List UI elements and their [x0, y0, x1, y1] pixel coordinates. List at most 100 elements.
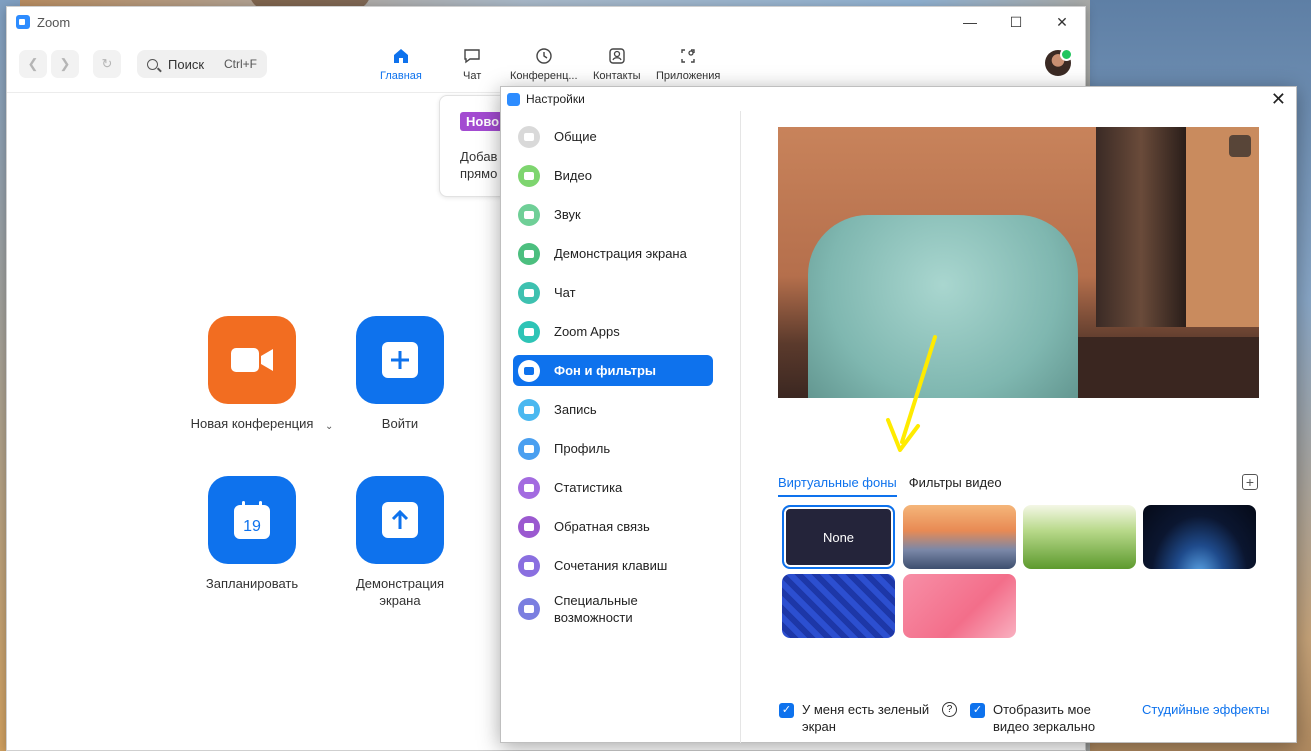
headphones-icon: [518, 203, 540, 226]
tab-contacts[interactable]: Контакты: [593, 47, 641, 91]
settings-window: Настройки ✕ Общие Видео Звук Демонстрация э…: [500, 86, 1297, 743]
share-screen-label: Демонстрация экрана: [355, 576, 445, 608]
join-tile[interactable]: [356, 316, 444, 404]
new-meeting-button[interactable]: Новая конференция: [191, 316, 313, 432]
gear-icon: [518, 125, 540, 148]
settings-close-button[interactable]: ✕: [1271, 89, 1286, 110]
sidebar-item-label: Zoom Apps: [554, 324, 620, 339]
main-window-title: Zoom: [37, 14, 71, 30]
tab-apps-label: Приложения: [656, 70, 721, 82]
mirror-video-option[interactable]: ✓ Отобразить мое видео зеркально: [970, 701, 1113, 735]
sidebar-item-5[interactable]: Чат: [513, 277, 713, 308]
sidebar-item-label: Профиль: [554, 441, 611, 456]
sidebar-item-2[interactable]: Видео: [513, 160, 713, 191]
window-controls: — ☐ ✕: [947, 7, 1085, 37]
tab-virtual-backgrounds[interactable]: Виртуальные фоны: [778, 475, 897, 497]
new-meeting-dropdown-icon[interactable]: ⌄: [325, 421, 333, 432]
add-background-icon[interactable]: +: [1242, 474, 1258, 490]
green-screen-option[interactable]: ✓ У меня есть зеленый экран ?: [779, 701, 957, 735]
sidebar-item-10[interactable]: Статистика: [513, 472, 713, 503]
person-background-icon: [518, 359, 540, 382]
user-avatar[interactable]: [1045, 48, 1073, 76]
calendar-icon: 19: [234, 501, 270, 539]
schedule-button[interactable]: 19 Запланировать: [206, 476, 298, 592]
sidebar-item-6[interactable]: Zoom Apps: [513, 316, 713, 347]
background-thumb-none[interactable]: None: [782, 505, 895, 569]
forward-button[interactable]: ❯: [51, 50, 79, 78]
background-thumb-illustration[interactable]: [903, 574, 1016, 638]
schedule-tile[interactable]: 19: [208, 476, 296, 564]
notification-text: Добав прямо: [460, 148, 497, 182]
tab-meetings-label: Конференц...: [510, 70, 578, 82]
share-screen-tile[interactable]: [356, 476, 444, 564]
green-screen-label: У меня есть зеленый экран: [802, 702, 930, 734]
maximize-button[interactable]: ☐: [993, 7, 1039, 37]
home-icon: [393, 49, 408, 63]
close-button[interactable]: ✕: [1039, 7, 1085, 37]
sidebar-item-11[interactable]: Обратная связь: [513, 511, 713, 542]
camera-preview: [778, 127, 1259, 398]
apps-icon: [518, 320, 540, 343]
sidebar-item-9[interactable]: Профиль: [513, 433, 713, 464]
sidebar-item-13[interactable]: Специальные возможности: [513, 589, 713, 629]
video-icon: [518, 164, 540, 187]
tab-video-filters[interactable]: Фильтры видео: [909, 475, 1002, 497]
search-box[interactable]: Поиск Ctrl+F: [137, 50, 267, 78]
apps-icon: [681, 49, 695, 63]
minimize-button[interactable]: —: [947, 7, 993, 37]
calendar-day: 19: [243, 518, 261, 535]
sidebar-item-1[interactable]: Общие: [513, 121, 713, 152]
mirror-video-label: Отобразить мое видео зеркально: [993, 702, 1096, 734]
new-meeting-tile[interactable]: [208, 316, 296, 404]
thumb-none-label: None: [822, 529, 855, 545]
history-button[interactable]: ↻: [93, 50, 121, 78]
sidebar-item-7[interactable]: Фон и фильтры: [513, 355, 713, 386]
tab-home-label: Главная: [380, 70, 422, 82]
sidebar-item-8[interactable]: Запись: [513, 394, 713, 425]
background-thumb-grass[interactable]: [1023, 505, 1136, 569]
settings-title: Настройки: [526, 92, 585, 106]
settings-sidebar: Общие Видео Звук Демонстрация экрана Чат Zoom…: [501, 111, 741, 743]
search-label: Поиск: [168, 56, 205, 72]
new-meeting-label: Новая конференция: [190, 416, 314, 431]
back-button[interactable]: ❮: [19, 50, 47, 78]
chat-icon: [464, 49, 480, 64]
zoom-logo-icon: [16, 15, 30, 29]
notification-line-2: прямо: [460, 166, 498, 181]
record-icon: [518, 398, 540, 421]
share-arrow-icon: [382, 502, 418, 538]
smile-icon: [518, 515, 540, 538]
bar-chart-icon: [518, 476, 540, 499]
sidebar-item-label: Чат: [554, 285, 576, 300]
green-screen-checkbox[interactable]: ✓: [779, 703, 794, 718]
main-toolbar: ❮ ❯ ↻ Поиск Ctrl+F Главная Чат Конференц…: [7, 37, 1085, 93]
tab-chat[interactable]: Чат: [463, 47, 481, 91]
share-screen-button[interactable]: Демонстрация экрана: [356, 476, 444, 609]
schedule-label: Запланировать: [205, 576, 299, 591]
keyboard-icon: [518, 554, 540, 577]
sidebar-item-label: Демонстрация экрана: [554, 246, 687, 261]
accessibility-icon: [518, 598, 540, 620]
settings-titlebar: Настройки: [501, 87, 1296, 111]
search-icon: [147, 58, 158, 70]
sidebar-item-3[interactable]: Звук: [513, 199, 713, 230]
tab-home[interactable]: Главная: [380, 47, 422, 91]
sidebar-item-label: Обратная связь: [554, 519, 650, 534]
mirror-video-checkbox[interactable]: ✓: [970, 703, 985, 718]
join-button[interactable]: Войти: [356, 316, 444, 432]
background-thumb-pattern[interactable]: [782, 574, 895, 638]
sidebar-item-4[interactable]: Демонстрация экрана: [513, 238, 713, 269]
tab-meetings[interactable]: Конференц...: [510, 47, 578, 91]
main-titlebar: Zoom: [7, 7, 1085, 37]
studio-effects-link[interactable]: Студийные эффекты: [1142, 702, 1269, 717]
rotate-camera-icon[interactable]: [1229, 135, 1251, 157]
zoom-logo-icon: [507, 92, 520, 106]
profile-icon: [518, 437, 540, 460]
sidebar-item-label: Запись: [554, 402, 597, 417]
background-thumb-earth[interactable]: [1143, 505, 1256, 569]
sidebar-item-12[interactable]: Сочетания клавиш: [513, 550, 713, 581]
chat-bubble-icon: [518, 281, 540, 304]
background-thumb-bridge[interactable]: [903, 505, 1016, 569]
help-icon[interactable]: ?: [942, 702, 957, 717]
tab-apps[interactable]: Приложения: [656, 47, 720, 91]
